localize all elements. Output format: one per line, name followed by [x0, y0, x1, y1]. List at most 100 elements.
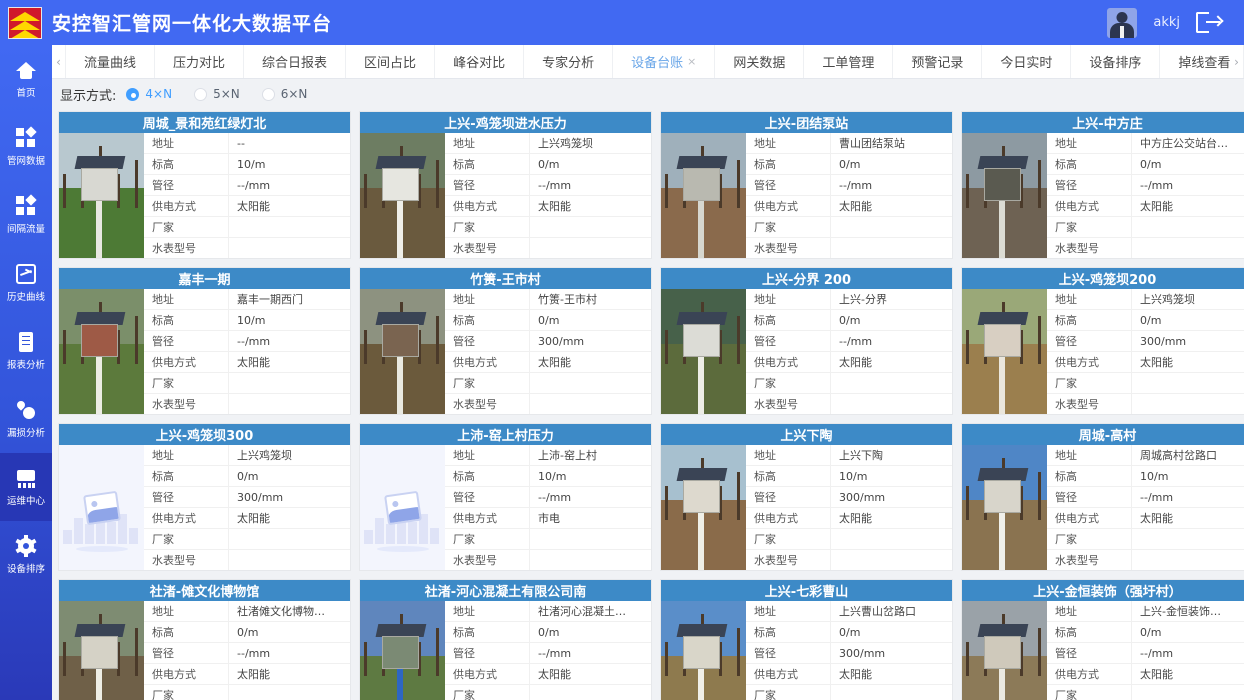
device-info-table: 地址上兴曹山岔路口标高0/m管径300/mm供电方式太阳能厂家水表型号: [746, 601, 952, 700]
sidebar-item-3[interactable]: 间隔流量: [0, 181, 52, 249]
tab-1[interactable]: 流量曲线: [66, 45, 155, 78]
image-placeholder-icon: [360, 445, 445, 570]
device-card[interactable]: 上兴-中方庄地址中方庄公交站台…标高0/m管径--/mm供电方式太阳能厂家水表型…: [961, 111, 1244, 259]
device-info-table: 地址上兴-金恒装饰…标高0/m管径--/mm供电方式太阳能厂家水表型号: [1047, 601, 1244, 700]
field-label: 地址: [1047, 603, 1131, 619]
sidebar-item-2[interactable]: 管网数据: [0, 113, 52, 181]
device-card[interactable]: 竹箦-王市村地址竹箦-王市村标高0/m管径300/mm供电方式太阳能厂家水表型号: [359, 267, 652, 415]
device-info-table: 地址上兴鸡笼坝标高0/m管径300/mm供电方式太阳能厂家水表型号: [144, 445, 350, 570]
field-label: 地址: [144, 135, 228, 151]
header-right-group: akkj: [1107, 8, 1244, 38]
user-name-label: akkj: [1153, 15, 1180, 30]
field-value: [830, 529, 952, 549]
device-card[interactable]: 上兴-鸡笼坝200地址上兴鸡笼坝标高0/m管径300/mm供电方式太阳能厂家水表…: [961, 267, 1244, 415]
tab-scroll-left-icon[interactable]: ‹: [52, 45, 66, 78]
address-row: 地址上兴-分界: [746, 289, 952, 310]
manufacturer-row: 厂家: [1047, 529, 1244, 550]
power-row: 供电方式太阳能: [746, 196, 952, 217]
report-icon: [16, 332, 36, 352]
field-value: [830, 685, 952, 700]
device-site-photo: [962, 601, 1047, 700]
field-value: 300/mm: [830, 643, 952, 663]
field-label: 厂家: [445, 219, 529, 235]
device-card[interactable]: 上兴-团结泵站地址曹山团结泵站标高0/m管径--/mm供电方式太阳能厂家水表型号: [660, 111, 953, 259]
field-value: 中方庄公交站台…: [1131, 133, 1244, 153]
tab-7[interactable]: 设备台账 ×: [613, 45, 715, 78]
field-label: 地址: [445, 447, 529, 463]
device-site-photo: [962, 289, 1047, 414]
diameter-row: 管径--/mm: [1047, 175, 1244, 196]
tab-11[interactable]: 今日实时: [982, 45, 1071, 78]
field-value: --/mm: [830, 175, 952, 195]
field-label: 管径: [144, 645, 228, 661]
field-label: 地址: [445, 291, 529, 307]
device-card[interactable]: 上兴-鸡笼坝300地址上兴鸡笼坝标高0/m管径300/mm供电方式太阳能厂家水表…: [58, 423, 351, 571]
sidebar-item-1[interactable]: 首页: [0, 45, 52, 113]
tab-6[interactable]: 专家分析: [524, 45, 613, 78]
tab-10[interactable]: 预警记录: [893, 45, 982, 78]
device-card[interactable]: 周城_景和苑红绿灯北地址--标高10/m管径--/mm供电方式太阳能厂家水表型号: [58, 111, 351, 259]
sidebar-item-label: 报表分析: [7, 356, 45, 370]
field-value: 10/m: [228, 310, 350, 330]
device-card[interactable]: 上兴-分界 200地址上兴-分界标高0/m管径--/mm供电方式太阳能厂家水表型…: [660, 267, 953, 415]
device-card-title: 上兴-金恒装饰（强圩村）: [962, 580, 1244, 601]
display-mode-radio-6xN[interactable]: 6×N: [262, 87, 308, 101]
field-label: 水表型号: [445, 552, 529, 568]
tab-scroll-right-icon[interactable]: ›: [1230, 45, 1244, 78]
logout-icon[interactable]: [1196, 11, 1222, 35]
field-label: 厂家: [144, 531, 228, 547]
chevron-logo-icon: [8, 7, 42, 39]
sidebar-item-6[interactable]: 漏损分析: [0, 385, 52, 453]
tab-12[interactable]: 设备排序: [1071, 45, 1160, 78]
field-value: 太阳能: [228, 196, 350, 216]
device-card-title: 上兴-鸡笼坝200: [962, 268, 1244, 289]
field-label: 水表型号: [746, 552, 830, 568]
tab-9[interactable]: 工单管理: [804, 45, 893, 78]
tab-label: 设备台账: [631, 52, 683, 71]
device-card-body: 地址嘉丰一期西门标高10/m管径--/mm供电方式太阳能厂家水表型号: [59, 289, 350, 414]
device-card[interactable]: 上沛-窑上村压力地址上沛-窑上村标高10/m管径--/mm供电方式市电厂家水表型…: [359, 423, 652, 571]
device-card-body: 地址中方庄公交站台…标高0/m管径--/mm供电方式太阳能厂家水表型号: [962, 133, 1244, 258]
display-mode-radio-5xN[interactable]: 5×N: [194, 87, 240, 101]
field-label: 供电方式: [1047, 666, 1131, 682]
tab-8[interactable]: 网关数据: [715, 45, 804, 78]
tab-2[interactable]: 压力对比: [155, 45, 244, 78]
tab-13[interactable]: 掉线查看: [1160, 45, 1230, 78]
device-card-body: 地址社渚傩文化博物…标高0/m管径--/mm供电方式太阳能厂家水表型号: [59, 601, 350, 700]
device-card[interactable]: 上兴下陶地址上兴下陶标高10/m管径300/mm供电方式太阳能厂家水表型号: [660, 423, 953, 571]
device-info-table: 地址上兴鸡笼坝标高0/m管径300/mm供电方式太阳能厂家水表型号: [1047, 289, 1244, 414]
field-value: 0/m: [529, 622, 651, 642]
sidebar-item-7[interactable]: 运维中心: [0, 453, 52, 521]
address-row: 地址社渚傩文化博物…: [144, 601, 350, 622]
field-value: [228, 550, 350, 570]
device-card[interactable]: 社渚-河心混凝土有限公司南地址社渚河心混凝土…标高0/m管径--/mm供电方式太…: [359, 579, 652, 700]
power-row: 供电方式太阳能: [746, 664, 952, 685]
display-mode-radio-4xN[interactable]: 4×N: [126, 87, 172, 101]
tab-4[interactable]: 区间占比: [346, 45, 435, 78]
device-card[interactable]: 嘉丰一期地址嘉丰一期西门标高10/m管径--/mm供电方式太阳能厂家水表型号: [58, 267, 351, 415]
field-value: [228, 217, 350, 237]
user-avatar-icon[interactable]: [1107, 8, 1137, 38]
field-value: 竹箦-王市村: [529, 289, 651, 309]
sidebar-item-4[interactable]: 历史曲线: [0, 249, 52, 317]
tab-5[interactable]: 峰谷对比: [435, 45, 524, 78]
field-value: [1131, 394, 1244, 414]
sidebar-item-8[interactable]: 设备排序: [0, 521, 52, 589]
tab-close-icon[interactable]: ×: [687, 55, 696, 68]
device-card[interactable]: 上兴-七彩曹山地址上兴曹山岔路口标高0/m管径300/mm供电方式太阳能厂家水表…: [660, 579, 953, 700]
device-info-table: 地址周城高村岔路口标高10/m管径--/mm供电方式太阳能厂家水表型号: [1047, 445, 1244, 570]
field-value: 周城高村岔路口: [1131, 445, 1244, 465]
device-card[interactable]: 社渚-傩文化博物馆地址社渚傩文化博物…标高0/m管径--/mm供电方式太阳能厂家…: [58, 579, 351, 700]
device-card[interactable]: 上兴-金恒装饰（强圩村）地址上兴-金恒装饰…标高0/m管径--/mm供电方式太阳…: [961, 579, 1244, 700]
device-card[interactable]: 上兴-鸡笼坝进水压力地址上兴鸡笼坝标高0/m管径--/mm供电方式太阳能厂家水表…: [359, 111, 652, 259]
manufacturer-row: 厂家: [144, 529, 350, 550]
field-label: 水表型号: [445, 396, 529, 412]
device-site-photo: [59, 601, 144, 700]
sidebar-item-5[interactable]: 报表分析: [0, 317, 52, 385]
device-card[interactable]: 周城-高村地址周城高村岔路口标高10/m管径--/mm供电方式太阳能厂家水表型号: [961, 423, 1244, 571]
field-value: 太阳能: [228, 508, 350, 528]
field-label: 厂家: [144, 375, 228, 391]
tab-3[interactable]: 综合日报表: [244, 45, 346, 78]
field-value: 太阳能: [529, 196, 651, 216]
field-value: 太阳能: [529, 664, 651, 684]
